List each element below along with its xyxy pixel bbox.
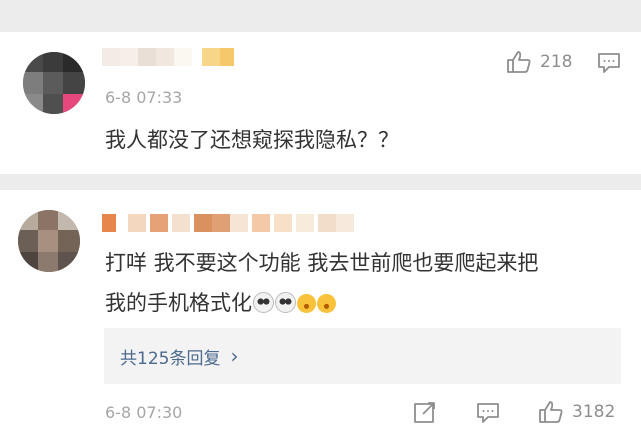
panda-face-icon	[253, 292, 274, 313]
comment-icon[interactable]	[597, 52, 621, 74]
chevron-right-icon: ›	[230, 344, 239, 368]
comment-text-fragment: 我的手机格式化	[105, 291, 252, 315]
grin-face-icon	[297, 294, 316, 313]
thumbs-up-icon	[538, 400, 564, 424]
like-button[interactable]: 3182	[538, 400, 615, 424]
comment-text: 我人都没了还想窥探我隐私？？	[105, 128, 399, 152]
thumbs-up-icon	[506, 50, 532, 74]
avatar[interactable]	[18, 210, 80, 272]
comment-icon[interactable]	[476, 402, 500, 424]
avatar[interactable]	[23, 52, 85, 114]
like-button[interactable]: 218	[506, 50, 572, 74]
like-count: 3182	[572, 402, 616, 422]
replies-button[interactable]: 共125条回复 ›	[104, 328, 621, 384]
comment-time: 6-8 07:30	[105, 403, 183, 422]
comment-card: 6-8 07:33 我人都没了还想窥探我隐私？？ 218	[0, 32, 641, 174]
comment-text-line: 打咩 我不要这个功能 我去世前爬也要爬起来把	[105, 251, 539, 275]
replies-label: 共125条回复	[120, 348, 221, 369]
comment-time: 6-8 07:33	[105, 88, 183, 107]
share-icon[interactable]	[413, 402, 437, 424]
comment-text-line: 我的手机格式化	[105, 292, 336, 314]
panda-face-icon	[275, 292, 296, 313]
username-blurred[interactable]	[102, 48, 242, 66]
grin-face-icon	[317, 294, 336, 313]
username-blurred[interactable]	[102, 214, 357, 232]
like-count: 218	[540, 52, 573, 72]
